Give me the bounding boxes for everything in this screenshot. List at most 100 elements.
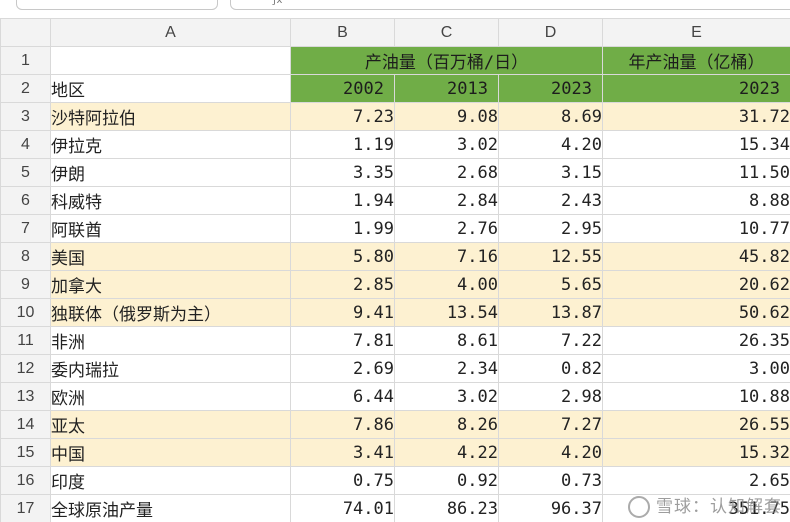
value-cell-2013[interactable]: 2.76 — [394, 214, 499, 243]
value-cell-annual-2023[interactable]: 10.77 — [602, 214, 790, 243]
value-cell-annual-2023[interactable]: 50.62 — [602, 298, 790, 327]
value-cell-annual-2023[interactable]: 20.62 — [602, 270, 790, 299]
row-header[interactable]: 5 — [0, 158, 51, 187]
value-cell-2002[interactable]: 7.23 — [290, 102, 395, 131]
value-cell-2023[interactable]: 8.69 — [498, 102, 603, 131]
value-cell-2013[interactable]: 8.61 — [394, 326, 499, 355]
value-cell-annual-2023[interactable]: 26.55 — [602, 410, 790, 439]
name-box[interactable] — [16, 0, 218, 10]
value-cell-annual-2023[interactable]: 15.32 — [602, 438, 790, 467]
region-cell[interactable]: 科威特 — [50, 186, 291, 215]
cell-e2-year[interactable]: 2023 — [602, 74, 790, 103]
row-header[interactable]: 8 — [0, 242, 51, 271]
value-cell-2002[interactable]: 0.75 — [290, 466, 395, 495]
value-cell-2002[interactable]: 7.86 — [290, 410, 395, 439]
value-cell-annual-2023[interactable]: 31.72 — [602, 102, 790, 131]
column-header-a[interactable]: A — [50, 18, 291, 47]
row-header[interactable]: 11 — [0, 326, 51, 355]
row-header[interactable]: 6 — [0, 186, 51, 215]
region-cell[interactable]: 加拿大 — [50, 270, 291, 299]
value-cell-2002[interactable]: 3.35 — [290, 158, 395, 187]
region-cell[interactable]: 美国 — [50, 242, 291, 271]
value-cell-annual-2023[interactable]: 45.82 — [602, 242, 790, 271]
value-cell-2023[interactable]: 13.87 — [498, 298, 603, 327]
value-cell-2013[interactable]: 3.02 — [394, 130, 499, 159]
value-cell-annual-2023[interactable]: 8.88 — [602, 186, 790, 215]
value-cell-2023[interactable]: 3.15 — [498, 158, 603, 187]
value-cell-annual-2023[interactable]: 2.65 — [602, 466, 790, 495]
cell-a1[interactable] — [50, 46, 291, 75]
value-cell-2002[interactable]: 74.01 — [290, 494, 395, 522]
value-cell-2013[interactable]: 9.08 — [394, 102, 499, 131]
row-header[interactable]: 10 — [0, 298, 51, 327]
region-cell[interactable]: 印度 — [50, 466, 291, 495]
value-cell-2013[interactable]: 2.84 — [394, 186, 499, 215]
value-cell-2023[interactable]: 0.82 — [498, 354, 603, 383]
region-cell[interactable]: 全球原油产量 — [50, 494, 291, 522]
value-cell-2013[interactable]: 86.23 — [394, 494, 499, 522]
cell-b1-merged-header[interactable]: 产油量（百万桶/日） — [290, 46, 603, 75]
value-cell-2023[interactable]: 4.20 — [498, 438, 603, 467]
row-header[interactable]: 17 — [0, 494, 51, 522]
value-cell-2013[interactable]: 0.92 — [394, 466, 499, 495]
value-cell-2002[interactable]: 1.19 — [290, 130, 395, 159]
value-cell-2002[interactable]: 2.69 — [290, 354, 395, 383]
region-cell[interactable]: 阿联酋 — [50, 214, 291, 243]
region-cell[interactable]: 伊拉克 — [50, 130, 291, 159]
value-cell-2002[interactable]: 7.81 — [290, 326, 395, 355]
row-header[interactable]: 16 — [0, 466, 51, 495]
region-cell[interactable]: 沙特阿拉伯 — [50, 102, 291, 131]
region-cell[interactable]: 非洲 — [50, 326, 291, 355]
value-cell-2023[interactable]: 2.95 — [498, 214, 603, 243]
row-header[interactable]: 2 — [0, 74, 51, 103]
value-cell-annual-2023[interactable]: 26.35 — [602, 326, 790, 355]
value-cell-2002[interactable]: 3.41 — [290, 438, 395, 467]
value-cell-2023[interactable]: 2.98 — [498, 382, 603, 411]
region-cell[interactable]: 欧洲 — [50, 382, 291, 411]
row-header[interactable]: 4 — [0, 130, 51, 159]
region-cell[interactable]: 伊朗 — [50, 158, 291, 187]
value-cell-2023[interactable]: 2.43 — [498, 186, 603, 215]
value-cell-2023[interactable]: 96.37 — [498, 494, 603, 522]
column-header-d[interactable]: D — [498, 18, 603, 47]
cell-a2-region-header[interactable]: 地区 — [50, 74, 291, 103]
cell-e1-header[interactable]: 年产油量（亿桶） — [602, 46, 790, 75]
row-header[interactable]: 9 — [0, 270, 51, 299]
row-header[interactable]: 12 — [0, 354, 51, 383]
row-header[interactable]: 1 — [0, 46, 51, 75]
value-cell-2013[interactable]: 2.68 — [394, 158, 499, 187]
row-header[interactable]: 7 — [0, 214, 51, 243]
row-header[interactable]: 15 — [0, 438, 51, 467]
value-cell-2013[interactable]: 7.16 — [394, 242, 499, 271]
cell-b2-year[interactable]: 2002 — [290, 74, 395, 103]
value-cell-2002[interactable]: 9.41 — [290, 298, 395, 327]
value-cell-2002[interactable]: 5.80 — [290, 242, 395, 271]
spreadsheet-grid[interactable]: A B C D E 1 产油量（百万桶/日） 年产油量（亿桶） 2 地区 200… — [0, 18, 790, 522]
column-header-b[interactable]: B — [290, 18, 395, 47]
value-cell-annual-2023[interactable]: 11.50 — [602, 158, 790, 187]
column-header-e[interactable]: E — [602, 18, 790, 47]
value-cell-2013[interactable]: 8.26 — [394, 410, 499, 439]
region-cell[interactable]: 亚太 — [50, 410, 291, 439]
region-cell[interactable]: 中国 — [50, 438, 291, 467]
value-cell-2013[interactable]: 3.02 — [394, 382, 499, 411]
value-cell-2013[interactable]: 13.54 — [394, 298, 499, 327]
value-cell-2013[interactable]: 4.00 — [394, 270, 499, 299]
value-cell-2023[interactable]: 5.65 — [498, 270, 603, 299]
region-cell[interactable]: 独联体（俄罗斯为主） — [50, 298, 291, 327]
row-header[interactable]: 14 — [0, 410, 51, 439]
value-cell-2013[interactable]: 4.22 — [394, 438, 499, 467]
value-cell-2002[interactable]: 6.44 — [290, 382, 395, 411]
column-header-c[interactable]: C — [394, 18, 499, 47]
value-cell-annual-2023[interactable]: 10.88 — [602, 382, 790, 411]
cell-c2-year[interactable]: 2013 — [394, 74, 499, 103]
value-cell-annual-2023[interactable]: 15.34 — [602, 130, 790, 159]
row-header[interactable]: 13 — [0, 382, 51, 411]
value-cell-2002[interactable]: 1.99 — [290, 214, 395, 243]
value-cell-annual-2023[interactable]: 3.00 — [602, 354, 790, 383]
value-cell-2002[interactable]: 1.94 — [290, 186, 395, 215]
value-cell-2023[interactable]: 12.55 — [498, 242, 603, 271]
value-cell-2023[interactable]: 0.73 — [498, 466, 603, 495]
value-cell-2023[interactable]: 7.22 — [498, 326, 603, 355]
region-cell[interactable]: 委内瑞拉 — [50, 354, 291, 383]
